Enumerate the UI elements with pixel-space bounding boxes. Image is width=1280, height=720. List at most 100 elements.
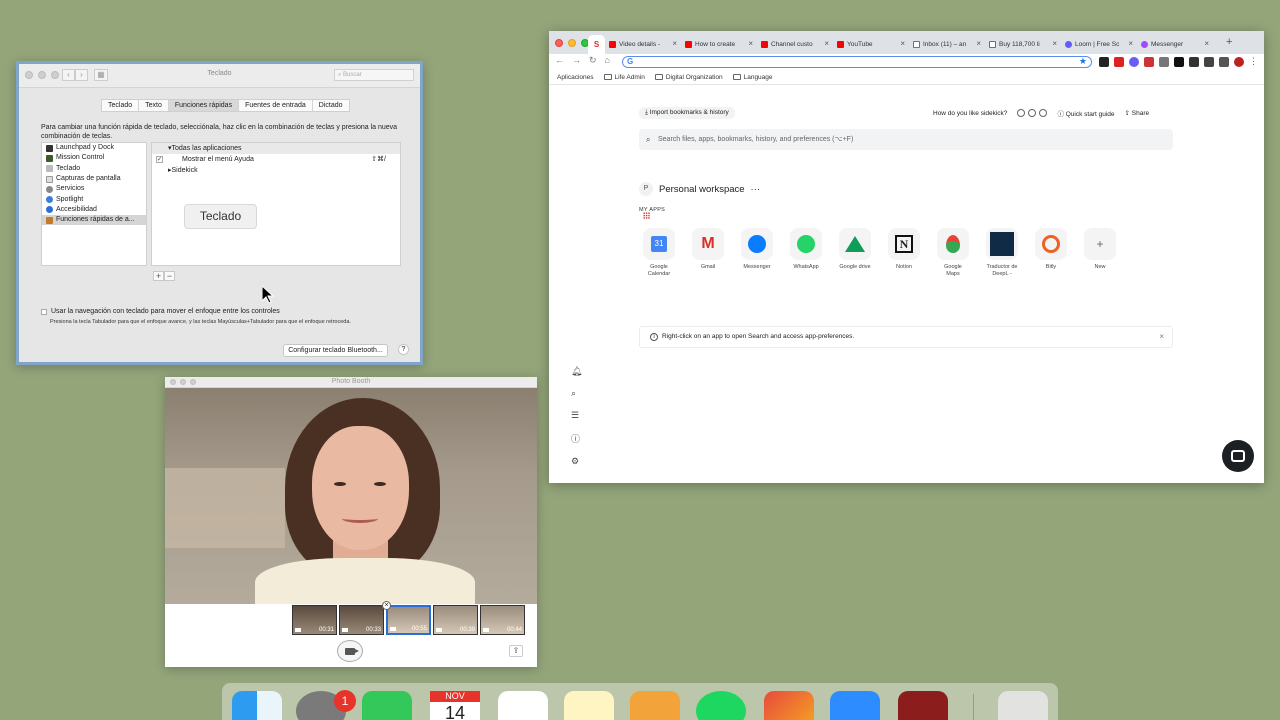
shortcut-keys[interactable]: ⇧⌘/ bbox=[371, 154, 386, 165]
new-tab-icon[interactable]: + bbox=[1226, 36, 1232, 48]
record-button[interactable] bbox=[337, 640, 363, 662]
help-icon[interactable]: ⓘ bbox=[571, 432, 582, 445]
import-bookmarks-button[interactable]: ⤓ Import bookmarks & history bbox=[639, 107, 735, 119]
keyboard-navigation-checkbox[interactable] bbox=[41, 308, 47, 315]
extension-icon[interactable] bbox=[1144, 57, 1154, 67]
tab-funciones-rapidas[interactable]: Funciones rápidas bbox=[168, 100, 240, 111]
close-tip-icon[interactable]: × bbox=[1159, 327, 1164, 347]
close-tab-icon[interactable]: × bbox=[1052, 35, 1057, 52]
sidekick-search-input[interactable]: ⌕ Search files, apps, bookmarks, history,… bbox=[639, 129, 1173, 150]
close-tab-icon[interactable]: × bbox=[900, 35, 905, 52]
video-thumbnail[interactable]: 00:31 bbox=[292, 605, 337, 635]
pages-icon[interactable] bbox=[630, 691, 680, 720]
extension-icon[interactable] bbox=[1174, 57, 1184, 67]
browser-tab[interactable]: Messenger × bbox=[1137, 35, 1213, 54]
profile-avatar[interactable] bbox=[1234, 57, 1244, 67]
browser-tab[interactable]: Video details - × bbox=[605, 35, 681, 54]
tab-search-icon[interactable] bbox=[1219, 57, 1229, 67]
category-servicios[interactable]: Servicios bbox=[42, 184, 146, 194]
quick-start-link[interactable]: ⓘ Quick start guide bbox=[1057, 108, 1114, 118]
app-gmail[interactable]: M Gmail bbox=[692, 228, 724, 278]
category-funciones-app[interactable]: Funciones rápidas de a... bbox=[42, 215, 146, 226]
bookmark-folder[interactable]: Digital Organization bbox=[654, 74, 723, 81]
neutral-face-icon[interactable] bbox=[1028, 109, 1037, 117]
happy-face-icon[interactable] bbox=[1017, 109, 1026, 117]
close-tab-icon[interactable]: × bbox=[824, 35, 829, 52]
sidekick-icon[interactable] bbox=[764, 691, 814, 720]
calendar-icon[interactable]: NOV 14 bbox=[430, 691, 480, 720]
bookmark-apps[interactable]: Aplicaciones bbox=[557, 74, 650, 219]
share-icon[interactable]: ⇪ bbox=[509, 645, 523, 657]
reload-icon[interactable]: ↻ bbox=[589, 55, 597, 66]
close-tab-icon[interactable]: × bbox=[748, 35, 753, 52]
share-link[interactable]: ⇪ Share bbox=[1125, 109, 1150, 117]
category-launchpad[interactable]: Launchpad y Dock bbox=[42, 143, 146, 153]
browser-tab[interactable]: Buy 118,700 li × bbox=[985, 35, 1061, 54]
tab-fuentes-de-entrada[interactable]: Fuentes de entrada bbox=[239, 100, 313, 111]
video-thumbnail-selected[interactable]: 00:55 bbox=[386, 605, 431, 635]
shortcut-group-all-apps[interactable]: ▾Todas las aplicaciones bbox=[152, 143, 400, 154]
address-bar[interactable]: G ★ bbox=[622, 56, 1092, 68]
category-capturas[interactable]: Capturas de pantalla bbox=[42, 174, 146, 184]
forward-icon[interactable]: → bbox=[572, 55, 581, 66]
spotify-icon[interactable] bbox=[696, 691, 746, 720]
delete-thumbnail-icon[interactable]: × bbox=[382, 601, 391, 610]
tab-texto[interactable]: Texto bbox=[139, 100, 169, 111]
browser-tab[interactable]: Channel custo × bbox=[757, 35, 833, 54]
more-icon[interactable]: ··· bbox=[751, 184, 761, 195]
tab-sidekick[interactable]: S bbox=[588, 35, 605, 54]
zoom-icon[interactable] bbox=[830, 691, 880, 720]
menu-icon[interactable]: ☰ bbox=[571, 410, 582, 421]
remove-shortcut-button[interactable]: − bbox=[164, 271, 175, 281]
help-button[interactable]: ? bbox=[398, 344, 409, 355]
video-thumbnail[interactable]: 00:39 bbox=[433, 605, 478, 635]
home-icon[interactable]: ⌂ bbox=[605, 55, 610, 66]
app-deepl[interactable]: Traductor de DeepL - bbox=[986, 228, 1018, 278]
search-icon[interactable]: ⌕ bbox=[571, 388, 582, 399]
close-tab-icon[interactable]: × bbox=[1204, 35, 1209, 52]
support-chat-button[interactable] bbox=[1222, 440, 1254, 472]
reminders-icon[interactable] bbox=[498, 691, 548, 720]
back-icon[interactable]: ← bbox=[555, 55, 564, 66]
workspace-header[interactable]: P Personal workspace ··· bbox=[639, 182, 760, 196]
shortcut-group-sidekick[interactable]: ▸Sidekick bbox=[152, 165, 400, 176]
browser-tab[interactable]: Loom | Free Sc × bbox=[1061, 35, 1137, 54]
window-controls[interactable] bbox=[555, 39, 589, 47]
notes-icon[interactable] bbox=[564, 691, 614, 720]
puzzle-icon[interactable] bbox=[1204, 57, 1214, 67]
close-tab-icon[interactable]: × bbox=[1128, 35, 1133, 52]
app-google-maps[interactable]: Google Maps bbox=[937, 228, 969, 278]
keyboard-navigation-option[interactable]: Usar la navegación con teclado para move… bbox=[41, 308, 280, 315]
trash-icon[interactable] bbox=[998, 691, 1048, 720]
shortcut-checkbox[interactable]: ✓ bbox=[156, 156, 163, 163]
extension-icon[interactable] bbox=[1159, 57, 1169, 67]
browser-tab[interactable]: YouTube × bbox=[833, 35, 909, 54]
bookmark-star-icon[interactable]: ★ bbox=[1079, 56, 1087, 67]
close-tab-icon[interactable]: × bbox=[976, 35, 981, 52]
close-tab-icon[interactable]: × bbox=[672, 35, 677, 52]
app-new[interactable]: + New bbox=[1084, 228, 1116, 278]
kebab-menu-icon[interactable]: ⋮ bbox=[1249, 57, 1259, 67]
bookmark-folder[interactable]: Language bbox=[732, 74, 773, 81]
add-shortcut-button[interactable]: + bbox=[153, 271, 164, 281]
minimize-button[interactable] bbox=[568, 39, 576, 47]
video-thumbnail[interactable]: 00:33 bbox=[339, 605, 384, 635]
finder-icon[interactable] bbox=[232, 691, 282, 720]
browser-tab[interactable]: How to create × bbox=[681, 35, 757, 54]
extension-icon[interactable] bbox=[1099, 57, 1109, 67]
app-notion[interactable]: N Notion bbox=[888, 228, 920, 278]
facetime-icon[interactable] bbox=[362, 691, 412, 720]
close-button[interactable] bbox=[555, 39, 563, 47]
bookmark-folder[interactable]: Life Admin bbox=[603, 74, 645, 81]
app-google-drive[interactable]: Google drive bbox=[839, 228, 871, 278]
photo-booth-icon[interactable] bbox=[898, 691, 948, 720]
bluetooth-keyboard-button[interactable]: Configurar teclado Bluetooth... bbox=[283, 344, 388, 357]
app-messenger[interactable]: Messenger bbox=[741, 228, 773, 278]
category-teclado[interactable]: Teclado bbox=[42, 164, 146, 174]
category-mission-control[interactable]: Mission Control bbox=[42, 153, 146, 163]
tab-dictado[interactable]: Dictado bbox=[313, 100, 349, 111]
app-google-calendar[interactable]: 31 Google Calendar bbox=[643, 228, 675, 278]
app-whatsapp[interactable]: WhatsApp bbox=[790, 228, 822, 278]
app-bitly[interactable]: Bitly bbox=[1035, 228, 1067, 278]
extension-icon[interactable] bbox=[1129, 57, 1139, 67]
